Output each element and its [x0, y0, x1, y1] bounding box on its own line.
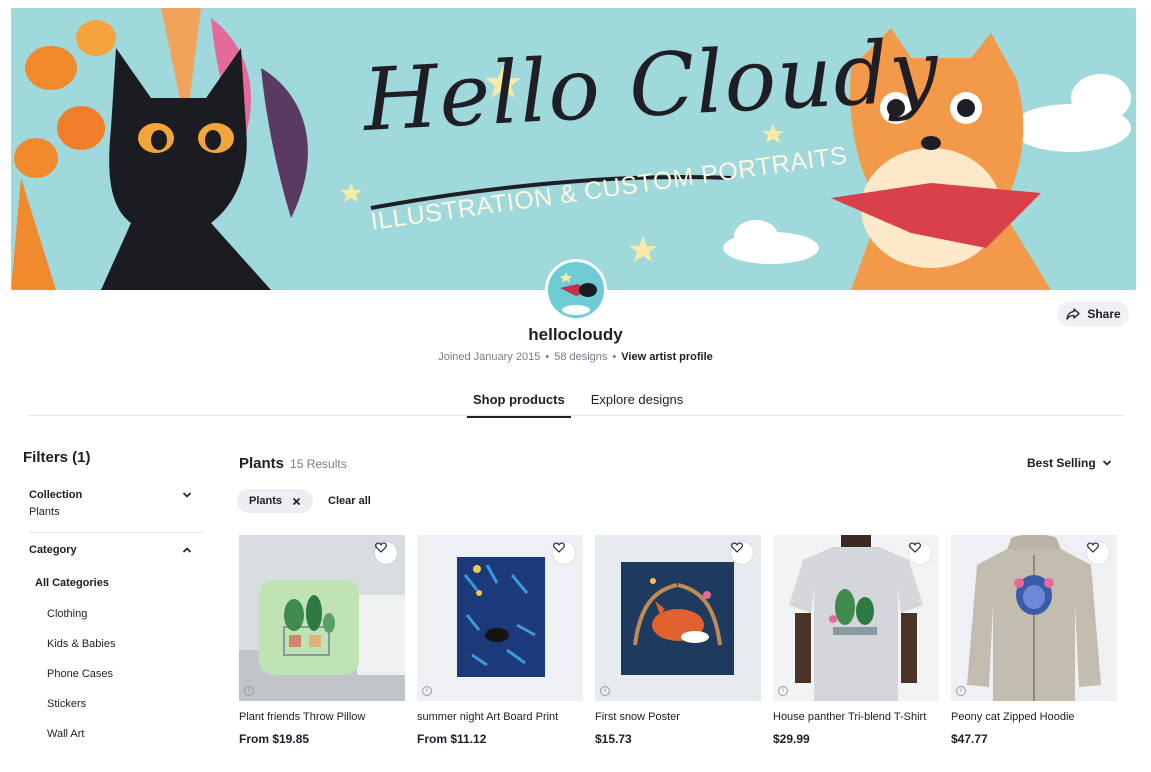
sort-dropdown[interactable]: Best Selling: [1027, 456, 1112, 470]
product-price: From $19.85: [239, 732, 310, 746]
designs-count: 58 designs: [554, 351, 608, 363]
heart-outline-icon: [731, 542, 743, 553]
view-artist-profile-link[interactable]: View artist profile: [621, 351, 713, 363]
category-all[interactable]: All Categories: [35, 577, 115, 589]
product-name[interactable]: First snow Poster: [595, 711, 761, 723]
meta-separator: •: [612, 351, 617, 363]
tabs-divider: [28, 415, 1124, 416]
info-icon[interactable]: i: [600, 686, 610, 696]
heart-outline-icon: [553, 542, 565, 553]
chevron-down-icon[interactable]: [182, 491, 192, 499]
category-item-kids-babies[interactable]: Kids & Babies: [47, 638, 115, 668]
share-button[interactable]: Share: [1057, 301, 1129, 327]
sidebar-divider: [29, 532, 204, 533]
filters-title: Filters (1): [23, 449, 91, 466]
category-item-stickers[interactable]: Stickers: [47, 698, 115, 728]
product-price: $15.73: [595, 732, 632, 746]
share-label: Share: [1087, 307, 1121, 321]
category-item-clothing[interactable]: Clothing: [47, 608, 115, 638]
heart-outline-icon: [1087, 542, 1099, 553]
product-name[interactable]: summer night Art Board Print: [417, 711, 583, 723]
clear-all-button[interactable]: Clear all: [328, 495, 371, 507]
product-name[interactable]: Plant friends Throw Pillow: [239, 711, 405, 723]
product-card[interactable]: i summer night Art Board Print From $11.…: [417, 535, 583, 746]
results-count: 15 Results: [290, 457, 347, 471]
product-card[interactable]: i House panther Tri-blend T-Shirt $29.99: [773, 535, 939, 746]
chevron-up-icon[interactable]: [182, 546, 192, 554]
product-image[interactable]: i: [595, 535, 761, 701]
info-icon[interactable]: i: [244, 686, 254, 696]
favorite-button[interactable]: [909, 542, 931, 564]
product-name[interactable]: House panther Tri-blend T-Shirt: [773, 711, 939, 723]
sort-label: Best Selling: [1027, 456, 1096, 470]
collection-label: Collection: [29, 489, 83, 501]
artist-avatar[interactable]: [545, 259, 607, 321]
chip-label: Plants: [249, 495, 283, 507]
product-grid: i Plant friends Throw Pillow From $19.85…: [239, 535, 1117, 746]
results-heading: Plants 15 Results: [239, 455, 347, 472]
meta-separator: •: [545, 351, 550, 363]
collection-value: Plants: [29, 506, 60, 518]
chevron-down-icon: [1102, 460, 1111, 466]
product-name[interactable]: Peony cat Zipped Hoodie: [951, 711, 1117, 723]
favorite-button[interactable]: [1087, 542, 1109, 564]
product-image[interactable]: i: [951, 535, 1117, 701]
category-list: All Categories Clothing Kids & Babies Ph…: [35, 577, 115, 758]
info-icon[interactable]: i: [422, 686, 432, 696]
info-icon[interactable]: i: [956, 686, 966, 696]
favorite-button[interactable]: [553, 542, 575, 564]
product-price: $47.77: [951, 732, 988, 746]
profile-banner: Hello Cloudy ILLUSTRATION & CUSTOM PORTR…: [11, 8, 1136, 290]
artist-username: hellocloudy: [528, 325, 623, 344]
product-image[interactable]: i: [417, 535, 583, 701]
filter-collection[interactable]: Collection Plants: [29, 489, 204, 518]
close-icon[interactable]: [292, 497, 301, 506]
share-arrow-icon: [1066, 308, 1080, 320]
favorite-button[interactable]: [731, 542, 753, 564]
product-card[interactable]: i First snow Poster $15.73: [595, 535, 761, 746]
filter-category[interactable]: Category: [29, 544, 204, 556]
info-icon[interactable]: i: [778, 686, 788, 696]
joined-date: Joined January 2015: [438, 351, 541, 363]
product-card[interactable]: i Plant friends Throw Pillow From $19.85: [239, 535, 405, 746]
category-item-phone-cases[interactable]: Phone Cases: [47, 668, 115, 698]
product-card[interactable]: i Peony cat Zipped Hoodie $47.77: [951, 535, 1117, 746]
category-item-wall-art[interactable]: Wall Art: [47, 728, 115, 758]
artist-meta: Joined January 2015 • 58 designs • View arti…: [0, 351, 1151, 363]
category-label: Category: [29, 544, 77, 556]
favorite-button[interactable]: [375, 542, 397, 564]
product-image[interactable]: i: [239, 535, 405, 701]
heart-outline-icon: [375, 542, 387, 553]
product-image[interactable]: i: [773, 535, 939, 701]
results-title: Plants: [239, 455, 285, 472]
product-price: $29.99: [773, 732, 810, 746]
product-price: From $11.12: [417, 732, 487, 746]
active-filter-chip[interactable]: Plants: [237, 489, 314, 513]
heart-outline-icon: [909, 542, 921, 553]
